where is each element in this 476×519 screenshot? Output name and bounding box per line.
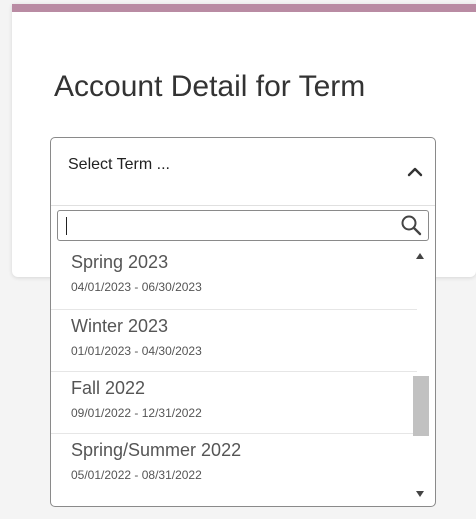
term-option-spring-summer-2022[interactable]: Spring/Summer 2022 05/01/2022 - 08/31/20… [51, 434, 417, 496]
term-option-dates: 09/01/2022 - 12/31/2022 [71, 406, 202, 420]
term-select-toggle[interactable]: Select Term ... [51, 138, 435, 206]
term-option-name: Fall 2022 [71, 378, 146, 398]
chevron-up-icon[interactable] [407, 166, 423, 178]
term-select-dropdown[interactable]: Select Term ... Spring 2023 04/01/2023 -… [50, 137, 436, 507]
term-option-fall-2022[interactable]: Fall 2022 09/01/2022 - 12/31/2022 [51, 372, 417, 434]
term-options-list: Spring 2023 04/01/2023 - 06/30/2023 Wint… [51, 248, 417, 506]
term-option-winter-2023[interactable]: Winter 2023 01/01/2023 - 04/30/2023 [51, 310, 417, 372]
term-option-spring-2023[interactable]: Spring 2023 04/01/2023 - 06/30/2023 [51, 248, 417, 310]
scrollbar-thumb[interactable] [413, 376, 429, 436]
scroll-up-arrow-icon[interactable] [415, 252, 425, 260]
term-option-name: Spring 2023 [71, 252, 169, 272]
options-scrollbar[interactable] [411, 248, 429, 502]
term-option-dates: 05/01/2022 - 08/31/2022 [71, 468, 202, 482]
term-option-dates: 01/01/2023 - 04/30/2023 [71, 344, 202, 358]
term-option-name: Spring/Summer 2022 [71, 440, 242, 460]
page-title: Account Detail for Term [54, 70, 366, 103]
scroll-down-arrow-icon[interactable] [415, 490, 425, 498]
term-option-name: Winter 2023 [71, 316, 169, 336]
search-icon[interactable] [400, 214, 422, 236]
term-search-box[interactable] [57, 210, 429, 241]
term-option-dates: 04/01/2023 - 06/30/2023 [71, 280, 202, 294]
term-search-input[interactable] [64, 214, 384, 236]
term-select-placeholder: Select Term ... [68, 156, 170, 173]
